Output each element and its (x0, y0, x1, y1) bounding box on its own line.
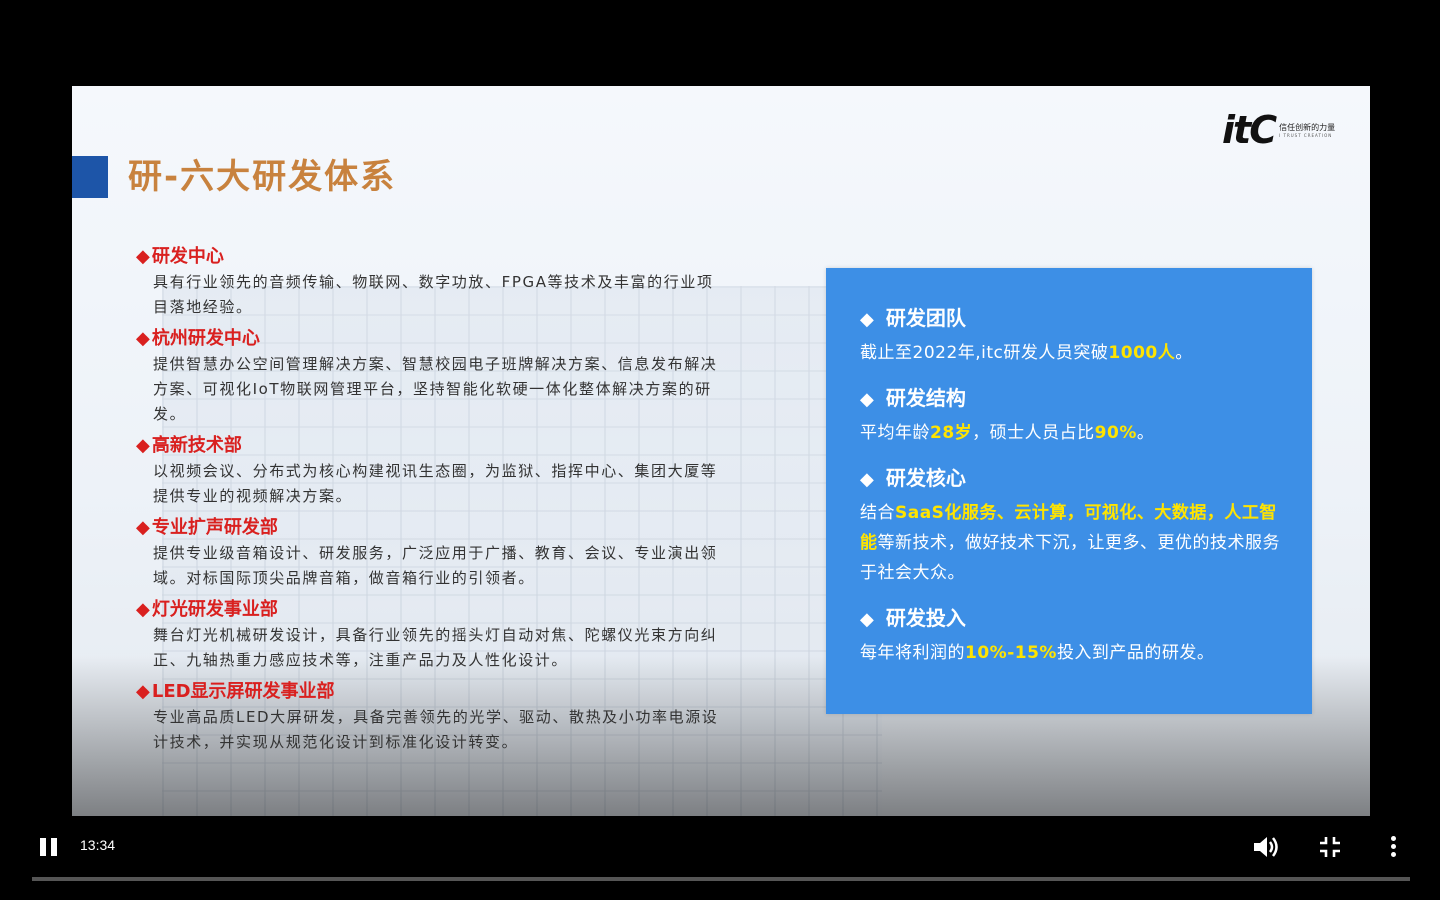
rd-summary-panel: ◆ 研发团队 截止至2022年,itc研发人员突破1000人。 ◆ 研发结构 平均年… (826, 268, 1312, 714)
panel-text: ，硕士人员占比 (972, 423, 1095, 443)
panel-text: 。 (1175, 343, 1193, 363)
diamond-bullet-icon: ◆ (136, 681, 150, 702)
current-time: 13:34 (80, 837, 116, 853)
rd-structure-item: ◆ 研发结构 平均年龄28岁，硕士人员占比90%。 (860, 384, 1290, 448)
section-title: 灯光研发事业部 (151, 599, 278, 620)
section-line: 舞台灯光机械研发设计，具备行业领先的摇头灯自动对焦、陀螺仪光束方向纠 (153, 626, 718, 644)
pause-icon (40, 838, 46, 856)
presentation-slide: 研-六大研发体系 itC 信任创新的力量 I TRUST CREATION ◆ 研… (72, 86, 1370, 816)
panel-text: 投入到产品的研发。 (1056, 643, 1215, 663)
diamond-bullet-icon: ◆ (136, 435, 150, 456)
rd-investment-item: ◆ 研发投入 每年将利润的10%-15%投入到产品的研发。 (860, 604, 1290, 668)
more-options-button[interactable] (1384, 834, 1404, 860)
diamond-bullet-icon: ◆ (860, 389, 874, 410)
rd-core-item: ◆ 研发核心 结合SaaS化服务、云计算，可视化、大数据，人工智能等新技术，做好技… (860, 464, 1290, 588)
title-accent-bar (72, 156, 108, 198)
section-line: 提供专业的视频解决方案。 (153, 487, 353, 505)
section-line: 提供智慧办公空间管理解决方案、智慧校园电子班牌解决方案、信息发布解决 (153, 355, 718, 373)
exit-fullscreen-icon (1320, 837, 1340, 857)
panel-text: 每年将利润的 (860, 643, 965, 663)
section-line: 计技术，并实现从规范化设计到标准化设计转变。 (153, 733, 519, 751)
logo-mark: itC (1222, 108, 1277, 152)
section-title: 专业扩声研发部 (151, 517, 278, 538)
panel-text: 截止至2022年,itc研发人员突破 (860, 343, 1109, 363)
section-title: LED显示屏研发事业部 (151, 681, 335, 702)
section-title: 杭州研发中心 (151, 328, 260, 349)
volume-icon (1254, 837, 1278, 857)
rd-team-item: ◆ 研发团队 截止至2022年,itc研发人员突破1000人。 (860, 304, 1290, 368)
section-line: 具有行业领先的音频传输、物联网、数字功放、FPGA等技术及丰富的行业项 (153, 273, 714, 291)
diamond-bullet-icon: ◆ (860, 309, 874, 330)
section-title: 高新技术部 (151, 435, 242, 456)
volume-button[interactable] (1252, 834, 1280, 860)
panel-highlight: 1000人 (1108, 343, 1176, 363)
section-line: 目落地经验。 (153, 298, 253, 316)
list-item: ◆ LED显示屏研发事业部 专业高品质LED大屏研发，具备完善领先的光学、驱动、散… (136, 679, 766, 755)
diamond-bullet-icon: ◆ (136, 517, 150, 538)
section-line: 提供专业级音箱设计、研发服务，广泛应用于广播、教育、会议、专业演出领 (153, 544, 718, 562)
list-item: ◆ 高新技术部 以视频会议、分布式为核心构建视讯生态圈，为监狱、指挥中心、集团大厦… (136, 433, 766, 509)
list-item: ◆ 灯光研发事业部 舞台灯光机械研发设计，具备行业领先的摇头灯自动对焦、陀螺仪光束… (136, 597, 766, 673)
panel-text: 结合 (860, 503, 895, 523)
panel-item-title: 研发结构 (885, 386, 966, 410)
logo-subtext: I TRUST CREATION (1279, 133, 1333, 138)
itc-logo: itC 信任创新的力量 I TRUST CREATION (1222, 108, 1336, 152)
panel-text: 等新技术，做好技术下沉，让更多、更优的技术服务于社会大众。 (860, 533, 1280, 583)
section-line: 正、九轴热重力感应技术等，注重产品力及人性化设计。 (153, 651, 569, 669)
panel-highlight: 90% (1094, 423, 1137, 443)
diamond-bullet-icon: ◆ (136, 328, 150, 349)
panel-text: 。 (1136, 423, 1155, 443)
panel-item-title: 研发团队 (885, 306, 966, 330)
section-line: 发。 (153, 405, 187, 423)
departments-list: ◆ 研发中心 具有行业领先的音频传输、物联网、数字功放、FPGA等技术及丰富的行业… (136, 244, 766, 761)
panel-item-title: 研发核心 (885, 466, 966, 490)
diamond-bullet-icon: ◆ (136, 599, 150, 620)
panel-text: 平均年龄 (860, 423, 930, 443)
logo-tagline: 信任创新的力量 (1279, 123, 1336, 132)
panel-highlight: 10%-15% (965, 643, 1057, 663)
video-player-controls: 13:34 (0, 820, 1440, 900)
diamond-bullet-icon: ◆ (860, 609, 874, 630)
exit-fullscreen-button[interactable] (1318, 835, 1342, 859)
section-line: 方案、可视化IoT物联网管理平台，坚持智能化软硬一体化整体解决方案的研 (153, 380, 712, 398)
diamond-bullet-icon: ◆ (136, 246, 150, 267)
section-line: 专业高品质LED大屏研发，具备完善领先的光学、驱动、散热及小功率电源设 (153, 708, 719, 726)
list-item: ◆ 专业扩声研发部 提供专业级音箱设计、研发服务，广泛应用于广播、教育、会议、专业… (136, 515, 766, 591)
list-item: ◆ 杭州研发中心 提供智慧办公空间管理解决方案、智慧校园电子班牌解决方案、信息发布… (136, 326, 766, 427)
section-line: 以视频会议、分布式为核心构建视讯生态圈，为监狱、指挥中心、集团大厦等 (153, 462, 718, 480)
section-line: 域。对标国际顶尖品牌音箱，做音箱行业的引领者。 (153, 569, 535, 587)
slide-title: 研-六大研发体系 (128, 157, 397, 197)
panel-item-title: 研发投入 (885, 606, 966, 630)
progress-bar[interactable] (32, 877, 1410, 881)
section-title: 研发中心 (151, 246, 224, 267)
list-item: ◆ 研发中心 具有行业领先的音频传输、物联网、数字功放、FPGA等技术及丰富的行业… (136, 244, 766, 320)
diamond-bullet-icon: ◆ (860, 469, 874, 490)
panel-highlight: 28岁 (930, 423, 973, 443)
pause-button[interactable] (38, 836, 60, 858)
